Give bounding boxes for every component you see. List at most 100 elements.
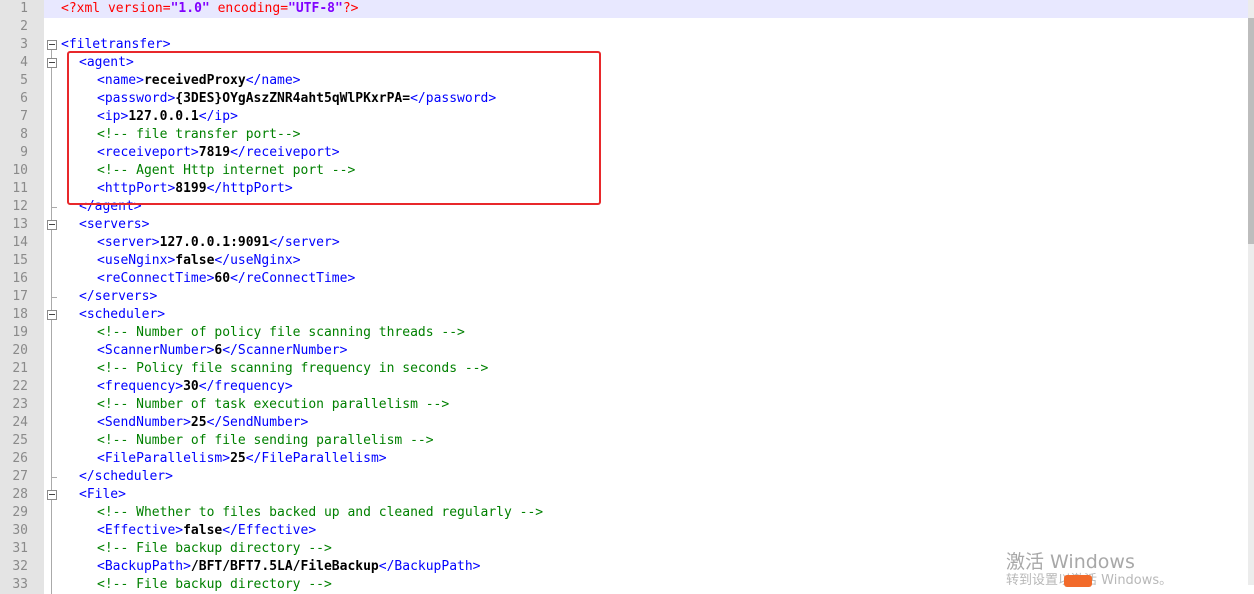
code-line[interactable]: 28 <File> (0, 486, 1248, 504)
fold-guide (44, 504, 60, 522)
token-tag: <servers> (79, 217, 150, 232)
token-tag: <ScannerNumber> (97, 343, 215, 358)
token-tag: <useNginx> (97, 253, 176, 268)
token-tag: </reConnectTime> (230, 271, 356, 286)
code-line[interactable]: 29 <!-- Whether to files backed up and cl… (0, 504, 1248, 522)
code-text: <!-- File backup directory --> (61, 576, 332, 594)
fold-minus-icon[interactable] (44, 486, 60, 504)
code-line[interactable]: 17 </servers> (0, 288, 1248, 306)
fold-guide (44, 108, 60, 126)
fold-minus-icon[interactable] (44, 36, 60, 54)
code-line[interactable]: 13 <servers> (0, 216, 1248, 234)
code-line[interactable]: 25 <!-- Number of file sending parallelis… (0, 432, 1248, 450)
token-txt: false (183, 523, 223, 538)
code-line[interactable]: 2 (0, 18, 1248, 36)
token-tag: </scheduler> (79, 469, 173, 484)
code-line[interactable]: 15 <useNginx>false</useNginx> (0, 252, 1248, 270)
fold-minus-icon[interactable] (44, 216, 60, 234)
fold-guide (44, 432, 60, 450)
line-number: 33 (0, 576, 44, 594)
token-tag: <SendNumber> (97, 415, 191, 430)
token-tag: <FileParallelism> (97, 451, 231, 466)
line-number: 12 (0, 198, 44, 216)
token-tag: </useNginx> (214, 253, 301, 268)
code-text: <reConnectTime>60</reConnectTime> (61, 270, 355, 288)
code-line[interactable]: 27 </scheduler> (0, 468, 1248, 486)
code-line[interactable]: 14 <server>127.0.0.1:9091</server> (0, 234, 1248, 252)
line-number: 14 (0, 234, 44, 252)
code-line[interactable]: 24 <SendNumber>25</SendNumber> (0, 414, 1248, 432)
code-line[interactable]: 1 <?xml version="1.0" encoding="UTF-8"?> (0, 0, 1248, 18)
token-tag: </ScannerNumber> (222, 343, 348, 358)
line-number: 15 (0, 252, 44, 270)
token-str: "UTF-8" (288, 1, 343, 16)
token-txt: 60 (214, 271, 231, 286)
token-cmt: <!-- File backup directory --> (97, 541, 332, 556)
line-number: 32 (0, 558, 44, 576)
fold-guide (44, 360, 60, 378)
code-text: <!-- Whether to files backed up and clea… (61, 504, 543, 522)
token-txt: false (175, 253, 215, 268)
token-tag: <File> (79, 487, 126, 502)
line-number: 1 (0, 0, 44, 18)
line-number: 18 (0, 306, 44, 324)
token-txt: 30 (183, 379, 199, 394)
line-number: 19 (0, 324, 44, 342)
code-line[interactable]: 26 <FileParallelism>25</FileParallelism> (0, 450, 1248, 468)
vertical-scrollbar[interactable] (1248, 0, 1254, 585)
code-line[interactable]: 22 <frequency>30</frequency> (0, 378, 1248, 396)
code-text: <servers> (61, 216, 149, 234)
code-text: <?xml version="1.0" encoding="UTF-8"?> (61, 0, 358, 18)
fold-guide (44, 450, 60, 468)
code-text: <ScannerNumber>6</ScannerNumber> (61, 342, 347, 360)
line-number: 10 (0, 162, 44, 180)
code-line[interactable]: 16 <reConnectTime>60</reConnectTime> (0, 270, 1248, 288)
token-attr: version (107, 1, 163, 16)
token-decl: ?> (342, 1, 359, 16)
code-line[interactable]: 21 <!-- Policy file scanning frequency in… (0, 360, 1248, 378)
code-line[interactable]: 30 <Effective>false</Effective> (0, 522, 1248, 540)
token-decl: <?xml (61, 1, 108, 16)
token-decl (210, 1, 218, 16)
line-number: 16 (0, 270, 44, 288)
token-tag: <BackupPath> (97, 559, 191, 574)
line-number: 29 (0, 504, 44, 522)
token-txt: 25 (230, 451, 246, 466)
fold-minus-icon[interactable] (44, 54, 60, 72)
code-line[interactable]: 20 <ScannerNumber>6</ScannerNumber> (0, 342, 1248, 360)
scrollbar-thumb[interactable] (1248, 18, 1254, 244)
fold-margin (44, 18, 60, 36)
line-number: 23 (0, 396, 44, 414)
line-number: 30 (0, 522, 44, 540)
token-tag: <Effective> (97, 523, 184, 538)
code-text: <frequency>30</frequency> (61, 378, 293, 396)
fold-guide (44, 144, 60, 162)
windows-activation-watermark: 激活 Windows 转到设置以激活 Windows。 (1006, 550, 1254, 585)
fold-guide (44, 90, 60, 108)
token-tag: </SendNumber> (206, 415, 309, 430)
fold-guide (44, 558, 60, 576)
fold-guide (44, 324, 60, 342)
token-tag: </Effective> (222, 523, 317, 538)
code-line[interactable]: 19 <!-- Number of policy file scanning th… (0, 324, 1248, 342)
line-number: 31 (0, 540, 44, 558)
line-number: 20 (0, 342, 44, 360)
code-line[interactable]: 18 <scheduler> (0, 306, 1248, 324)
line-number: 17 (0, 288, 44, 306)
fold-guide (44, 180, 60, 198)
line-number: 7 (0, 108, 44, 126)
fold-guide (44, 522, 60, 540)
fold-guide (44, 270, 60, 288)
line-number: 6 (0, 90, 44, 108)
code-text: <!-- File backup directory --> (61, 540, 332, 558)
fold-end-guide (44, 198, 60, 216)
code-text: <useNginx>false</useNginx> (61, 252, 301, 270)
code-text: <File> (61, 486, 126, 504)
line-number: 22 (0, 378, 44, 396)
fold-minus-icon[interactable] (44, 306, 60, 324)
line-number: 11 (0, 180, 44, 198)
code-line[interactable]: 23 <!-- Number of task execution parallel… (0, 396, 1248, 414)
fold-guide (44, 540, 60, 558)
line-number: 27 (0, 468, 44, 486)
watermark-subtitle: 转到设置以激活 Windows。 (1006, 573, 1173, 586)
